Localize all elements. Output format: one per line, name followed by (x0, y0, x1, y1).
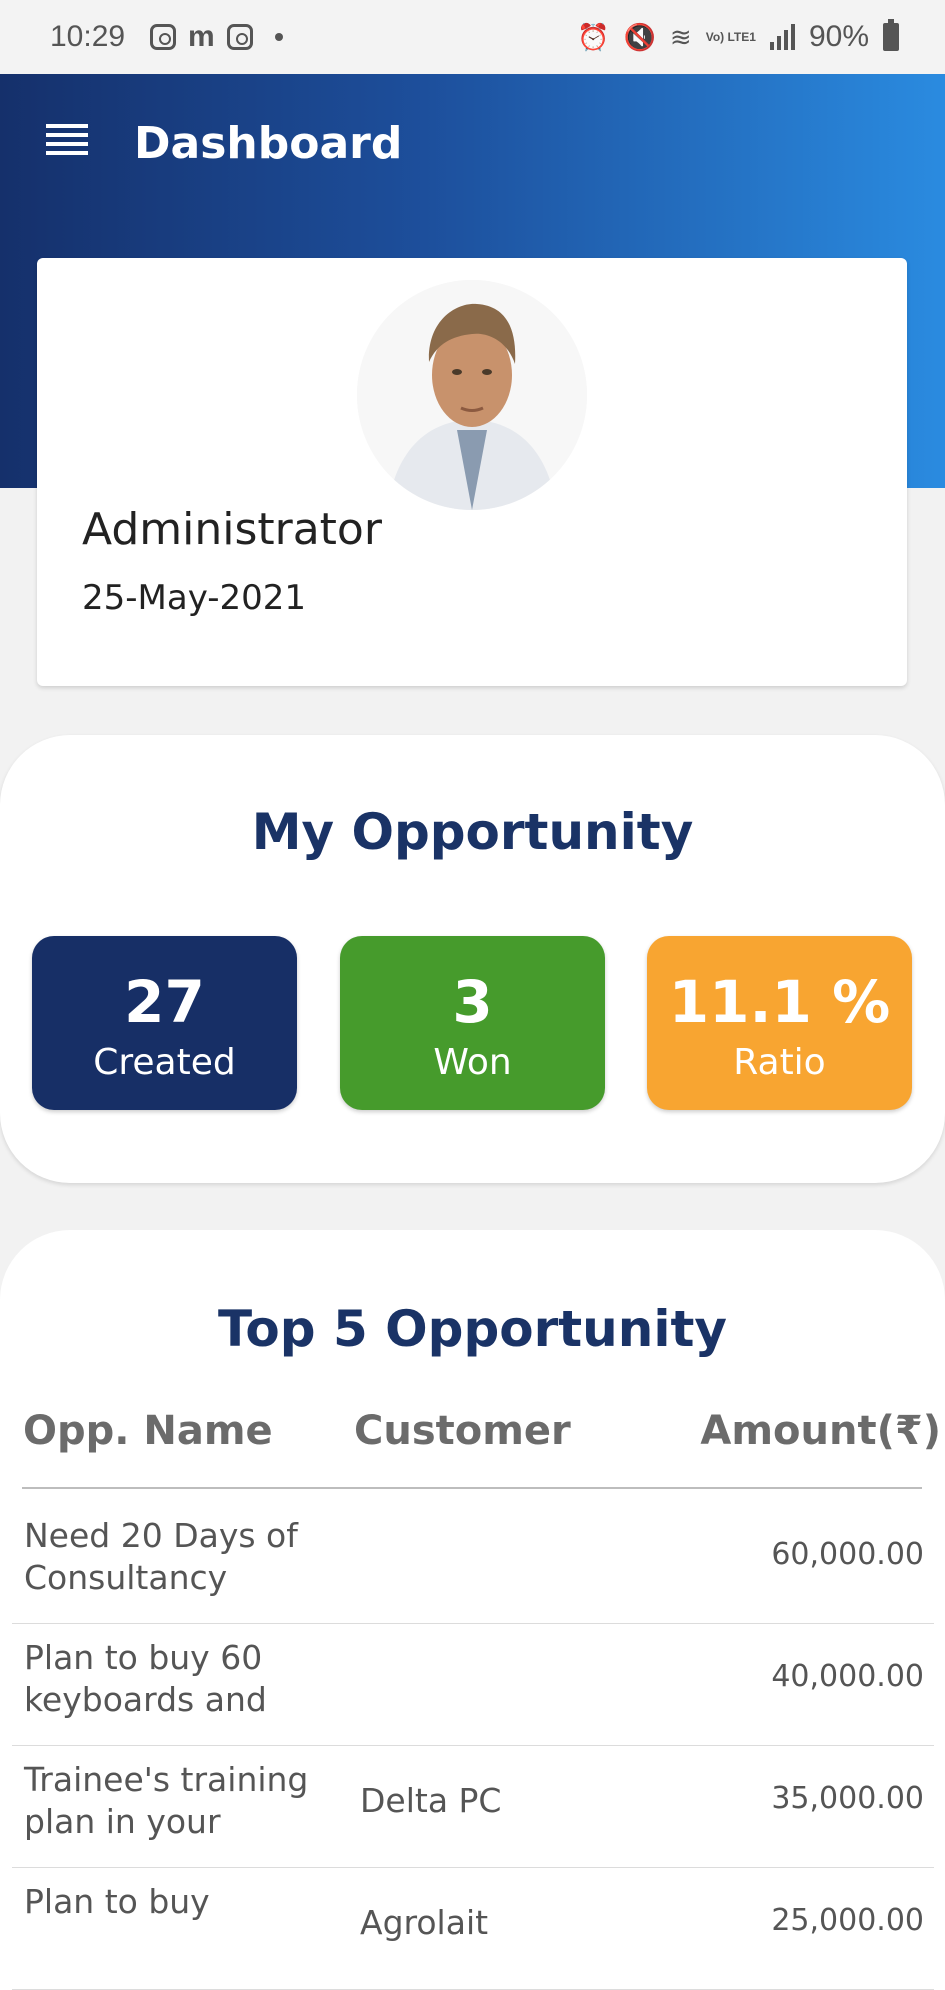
profile-card: Administrator 25-May-2021 (37, 258, 907, 686)
status-bar: 10:29 m ⏰ 🔇 ≋ Vo) LTE1 90% (0, 0, 945, 74)
column-header-opp-name: Opp. Name (23, 1408, 273, 1454)
avatar (357, 280, 587, 510)
m-app-icon: m (188, 20, 215, 53)
alarm-icon: ⏰ (577, 21, 610, 52)
amount-cell: 60,000.00 (771, 1537, 924, 1572)
won-label: Won (433, 1042, 512, 1083)
ratio-value: 11.1 % (668, 968, 891, 1036)
battery-percent: 90% (808, 20, 869, 53)
top-opportunity-card: Top 5 Opportunity Opp. Name Customer Amo… (0, 1230, 945, 1990)
ratio-tile[interactable]: 11.1 % Ratio (647, 936, 912, 1110)
my-opportunity-card: My Opportunity 27 Created 3 Won 11.1 % R… (0, 735, 945, 1183)
won-tile[interactable]: 3 Won (340, 936, 605, 1110)
amount-cell: 40,000.00 (771, 1659, 924, 1694)
profile-date: 25-May-2021 (82, 578, 307, 618)
lte-icon: Vo) LTE1 (705, 30, 756, 44)
created-tile[interactable]: 27 Created (32, 936, 297, 1110)
opp-name-cell: Plan to buy 60 keyboards and (24, 1638, 267, 1719)
system-icons: ⏰ 🔇 ≋ Vo) LTE1 90% (577, 19, 899, 54)
customer-cell: Agrolait (360, 1903, 489, 1942)
column-header-customer: Customer (354, 1408, 571, 1454)
amount-cell: 35,000.00 (771, 1781, 924, 1816)
table-row[interactable]: Need 20 Days of Consultancy 60,000.00 (12, 1501, 934, 1624)
notification-icons: m (150, 20, 283, 54)
opp-name-cell: Need 20 Days of Consultancy (24, 1516, 298, 1597)
header-divider (22, 1487, 922, 1489)
avatar-photo (357, 280, 587, 510)
won-count: 3 (452, 968, 493, 1036)
created-count: 27 (124, 968, 205, 1036)
more-notifications-icon (274, 33, 283, 41)
instagram-icon (150, 24, 176, 50)
my-opportunity-title: My Opportunity (251, 803, 694, 861)
top-opportunity-title: Top 5 Opportunity (217, 1300, 728, 1358)
customer-cell: Delta PC (360, 1781, 502, 1820)
ratio-label: Ratio (733, 1042, 826, 1083)
wifi-icon: ≋ (669, 21, 692, 52)
amount-cell: 25,000.00 (771, 1903, 924, 1938)
hamburger-menu-icon[interactable] (46, 124, 88, 158)
status-time: 10:29 (50, 20, 126, 53)
signal-icon (769, 24, 795, 50)
instagram-icon (226, 24, 253, 50)
opp-name-cell: Trainee's training plan in your (24, 1760, 309, 1841)
table-row[interactable]: Trainee's training plan in your Delta PC… (12, 1745, 934, 1868)
opp-name-cell: Plan to buy (24, 1882, 210, 1921)
table-row[interactable]: Plan to buy Agrolait 25,000.00 (12, 1867, 934, 1990)
page-title: Dashboard (134, 118, 403, 169)
profile-name: Administrator (82, 504, 382, 555)
table-row[interactable]: Plan to buy 60 keyboards and 40,000.00 (12, 1623, 934, 1746)
mute-icon: 🔇 (623, 21, 656, 52)
created-label: Created (93, 1042, 236, 1083)
column-header-amount: Amount(₹) (700, 1408, 941, 1454)
battery-icon (883, 19, 899, 51)
